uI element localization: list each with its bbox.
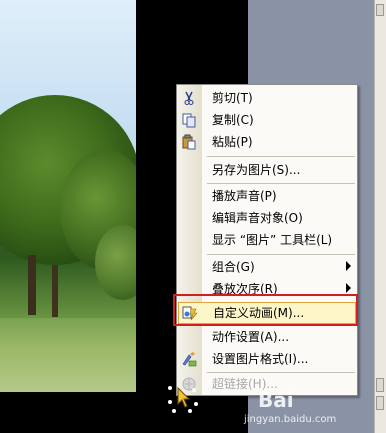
menu-item-format-picture[interactable]: 设置图片格式(I)... xyxy=(177,348,357,370)
watermark-brand: Bai xyxy=(258,388,294,412)
scissors-icon xyxy=(181,90,197,106)
tree-trunk xyxy=(28,255,36,315)
menu-item-label: 显示 “图片” 工具栏(L) xyxy=(212,233,333,247)
menu-item-label: 编辑声音对象(O) xyxy=(212,211,303,225)
sparkle-icon xyxy=(188,409,192,413)
annotation-highlight-box xyxy=(173,294,358,326)
menu-item-label: 另存为图片(S)... xyxy=(212,163,301,177)
menu-item-label: 复制(C) xyxy=(212,113,254,127)
scroll-up-button[interactable] xyxy=(376,4,384,16)
submenu-arrow-icon xyxy=(346,283,351,293)
sparkle-icon xyxy=(168,386,172,390)
baidu-watermark: Bai jingyan.baidu.com xyxy=(238,386,378,432)
menu-item-label: 动作设置(A)... xyxy=(212,330,290,344)
menu-item-action-settings[interactable]: 动作设置(A)... xyxy=(177,326,357,348)
menu-separator xyxy=(207,156,355,157)
tree-trunk xyxy=(52,265,58,317)
menu-item-label: 设置图片格式(I)... xyxy=(212,352,309,366)
mouse-cursor xyxy=(166,384,200,414)
context-menu: 剪切(T) 复制(C) 粘贴(P) 另存为图片(S)... 播放声音(P) 编辑… xyxy=(176,84,358,396)
sparkle-icon xyxy=(192,388,196,392)
menu-item-paste[interactable]: 粘贴(P) xyxy=(177,131,357,153)
format-picture-icon xyxy=(181,351,197,367)
vertical-scrollbar[interactable] xyxy=(374,0,386,433)
menu-item-label: 剪切(T) xyxy=(212,91,253,105)
sparkle-icon xyxy=(172,409,176,413)
sparkle-icon xyxy=(168,400,172,404)
lawn xyxy=(0,318,136,392)
paste-icon xyxy=(181,134,197,150)
slide-picture[interactable] xyxy=(0,0,136,392)
menu-item-play-sound[interactable]: 播放声音(P) xyxy=(177,185,357,207)
sparkle-icon xyxy=(194,402,198,406)
menu-item-show-picture-toolbar[interactable]: 显示 “图片” 工具栏(L) xyxy=(177,229,357,251)
menu-item-group[interactable]: 组合(G) xyxy=(177,256,357,278)
menu-separator xyxy=(207,254,355,255)
menu-item-label: 组合(G) xyxy=(212,260,255,274)
watermark-url: jingyan.baidu.com xyxy=(244,414,337,425)
menu-item-copy[interactable]: 复制(C) xyxy=(177,109,357,131)
menu-separator xyxy=(207,183,355,184)
copy-icon xyxy=(181,112,197,128)
submenu-arrow-icon xyxy=(346,261,351,271)
menu-item-save-as-picture[interactable]: 另存为图片(S)... xyxy=(177,159,357,181)
menu-item-label: 粘贴(P) xyxy=(212,135,253,149)
menu-item-edit-sound-object[interactable]: 编辑声音对象(O) xyxy=(177,207,357,229)
menu-item-cut[interactable]: 剪切(T) xyxy=(177,87,357,109)
menu-item-label: 播放声音(P) xyxy=(212,189,277,203)
